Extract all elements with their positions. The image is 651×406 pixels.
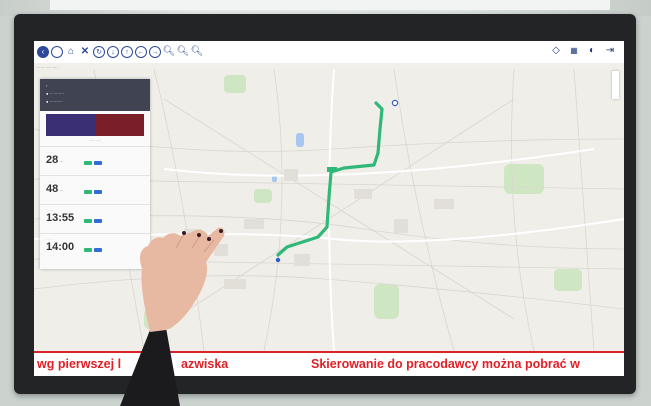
- user-hand: [120, 227, 225, 406]
